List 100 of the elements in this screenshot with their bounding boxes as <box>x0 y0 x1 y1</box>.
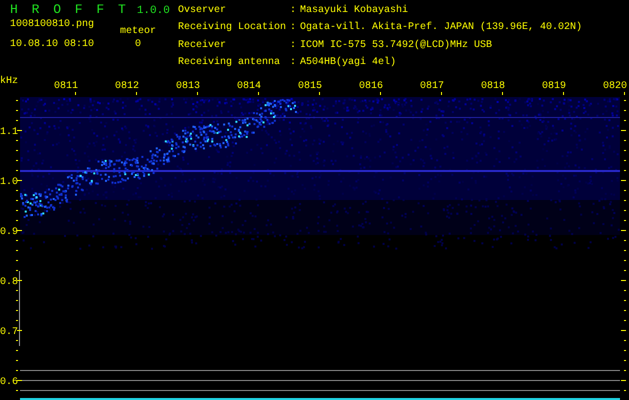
time-label: 0820 <box>603 81 627 92</box>
time-label: 0811 <box>54 81 78 92</box>
tick-mark <box>16 320 18 321</box>
frequency-label: 1.0 <box>0 177 18 188</box>
file-name: 1008100810.png <box>10 19 96 30</box>
tick-mark <box>197 92 198 95</box>
tick-mark <box>136 92 137 95</box>
tick-mark <box>16 190 18 191</box>
tick-mark <box>17 330 22 331</box>
tick-mark <box>624 360 626 361</box>
time-label: 0819 <box>542 81 566 92</box>
tick-mark <box>624 390 626 391</box>
meteor-label: meteor <box>120 26 156 37</box>
tick-mark <box>17 180 22 181</box>
info-separator: : <box>290 56 298 70</box>
tick-mark <box>624 250 626 251</box>
info-label: Receiving Location <box>178 22 288 36</box>
tick-mark <box>16 340 18 341</box>
tick-mark <box>441 92 442 95</box>
tick-mark <box>621 280 626 281</box>
frequency-label: 0.6 <box>0 377 18 388</box>
tick-mark <box>624 160 626 161</box>
frequency-label: 0.9 <box>0 227 18 238</box>
tick-mark <box>16 140 18 141</box>
info-separator: : <box>290 22 298 36</box>
app-title: H R O F F T <box>10 2 129 17</box>
tick-mark <box>624 340 626 341</box>
tick-mark <box>624 320 626 321</box>
tick-mark <box>319 92 320 95</box>
tick-mark <box>624 300 626 301</box>
tick-mark <box>16 360 18 361</box>
tick-mark <box>624 170 626 171</box>
tick-mark <box>624 310 626 311</box>
tick-mark <box>16 370 18 371</box>
tick-mark <box>624 150 626 151</box>
frequency-label: 1.1 <box>0 127 18 138</box>
tick-mark <box>621 380 626 381</box>
tick-mark <box>16 300 18 301</box>
info-value: Masayuki Kobayashi <box>300 5 410 18</box>
tick-mark <box>16 150 18 151</box>
time-label: 0814 <box>237 81 261 92</box>
tick-mark <box>258 92 259 95</box>
tick-mark <box>380 92 381 95</box>
tick-mark <box>621 180 626 181</box>
time-label: 0817 <box>420 81 444 92</box>
tick-mark <box>624 92 625 95</box>
time-label: 0813 <box>176 81 200 92</box>
tick-mark <box>16 160 18 161</box>
tick-mark <box>621 230 626 231</box>
tick-mark <box>16 240 18 241</box>
info-separator: : <box>290 40 298 52</box>
tick-mark <box>16 350 18 351</box>
tick-mark <box>624 240 626 241</box>
tick-mark <box>624 140 626 141</box>
tick-mark <box>16 270 18 271</box>
time-label: 0812 <box>115 81 139 92</box>
info-value: Ogata-vill. Akita-Pref. JAPAN (139.96E, 40.02N) <box>300 22 582 36</box>
tick-mark <box>16 110 18 111</box>
tick-mark <box>624 350 626 351</box>
tick-mark <box>17 280 22 281</box>
tick-mark <box>16 290 18 291</box>
tick-mark <box>16 100 18 101</box>
tick-mark <box>16 120 18 121</box>
tick-mark <box>563 92 564 95</box>
tick-mark <box>624 370 626 371</box>
tick-mark <box>16 200 18 201</box>
unit-label: kHz <box>0 76 18 87</box>
time-label: 0818 <box>481 81 505 92</box>
tick-mark <box>75 92 76 95</box>
tick-mark <box>621 330 626 331</box>
tick-mark <box>17 230 22 231</box>
info-separator: : <box>290 5 298 18</box>
tick-mark <box>16 170 18 171</box>
tick-mark <box>624 220 626 221</box>
time-label: 0815 <box>298 81 322 92</box>
tick-mark <box>16 310 18 311</box>
tick-mark <box>624 190 626 191</box>
info-value: ICOM IC-575 53.7492(@LCD)MHz USB <box>300 40 494 52</box>
meteor-count: 0 <box>135 39 142 50</box>
info-label: Receiver <box>178 40 228 52</box>
tick-mark <box>502 92 503 95</box>
tick-mark <box>624 120 626 121</box>
date-time: 10.08.10 08:10 <box>10 39 96 50</box>
tick-mark <box>624 100 626 101</box>
tick-mark <box>624 290 626 291</box>
frequency-label: 0.7 <box>0 327 18 338</box>
tick-mark <box>16 210 18 211</box>
tick-mark <box>16 250 18 251</box>
info-value: A504HB(yagi 4el) <box>300 56 398 70</box>
tick-mark <box>624 270 626 271</box>
info-label: Ovserver <box>178 5 228 18</box>
time-label: 0816 <box>359 81 383 92</box>
frequency-label: 0.8 <box>0 277 18 288</box>
info-label: Receiving antenna <box>178 56 282 70</box>
version-label: 1.0.0 <box>136 5 170 17</box>
tick-mark <box>624 260 626 261</box>
tick-mark <box>16 260 18 261</box>
tick-mark <box>621 130 626 131</box>
tick-mark <box>624 110 626 111</box>
tick-mark <box>17 130 22 131</box>
